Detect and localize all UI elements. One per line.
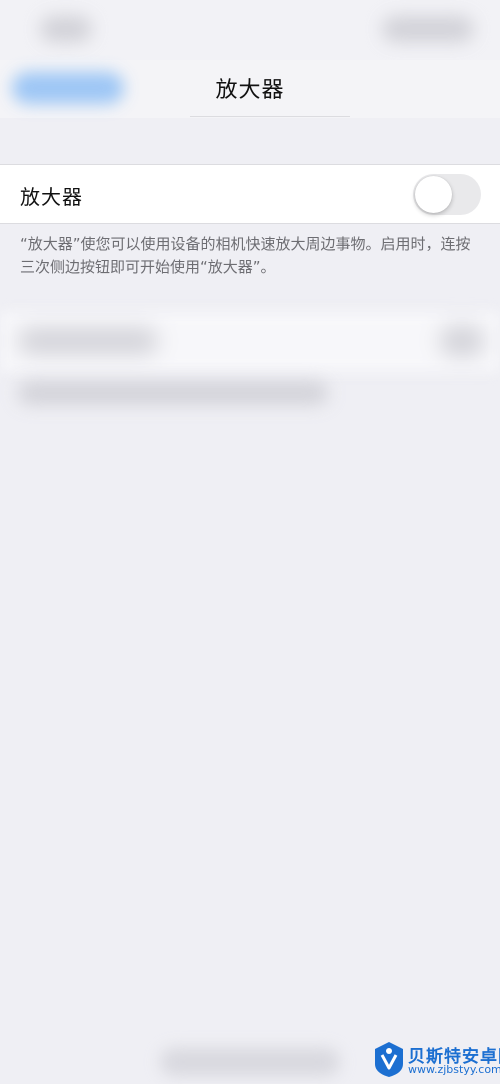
page-title: 放大器 (215, 78, 285, 103)
navigation-bar: 放大器 (0, 60, 500, 118)
status-icons-blurred (382, 16, 474, 42)
watermark: 贝斯特安卓网 www.zjbstyy.com (372, 1040, 500, 1080)
status-bar (0, 0, 500, 60)
watermark-logo-icon (375, 1042, 403, 1077)
blurred-section (0, 312, 500, 372)
blurred-row-label (18, 328, 158, 354)
status-time-blurred (40, 16, 92, 42)
magnifier-toggle[interactable] (413, 174, 481, 215)
toggle-knob (415, 176, 452, 213)
watermark-url: www.zjbstyy.com (408, 1063, 500, 1076)
nav-divider (190, 116, 350, 117)
magnifier-description: “放大器”使您可以使用设备的相机快速放大周边事物。启用时，连按三次侧边按钮即可开… (20, 235, 471, 276)
home-indicator-blurred (160, 1048, 340, 1076)
magnifier-setting-label: 放大器 (20, 185, 83, 209)
blurred-row-toggle (440, 326, 484, 356)
magnifier-setting-row[interactable]: 放大器 (0, 164, 500, 224)
blurred-footer-text (18, 382, 328, 404)
settings-page: 放大器 放大器 “放大器”使您可以使用设备的相机快速放大周边事物。启用时，连按三… (0, 0, 500, 1084)
